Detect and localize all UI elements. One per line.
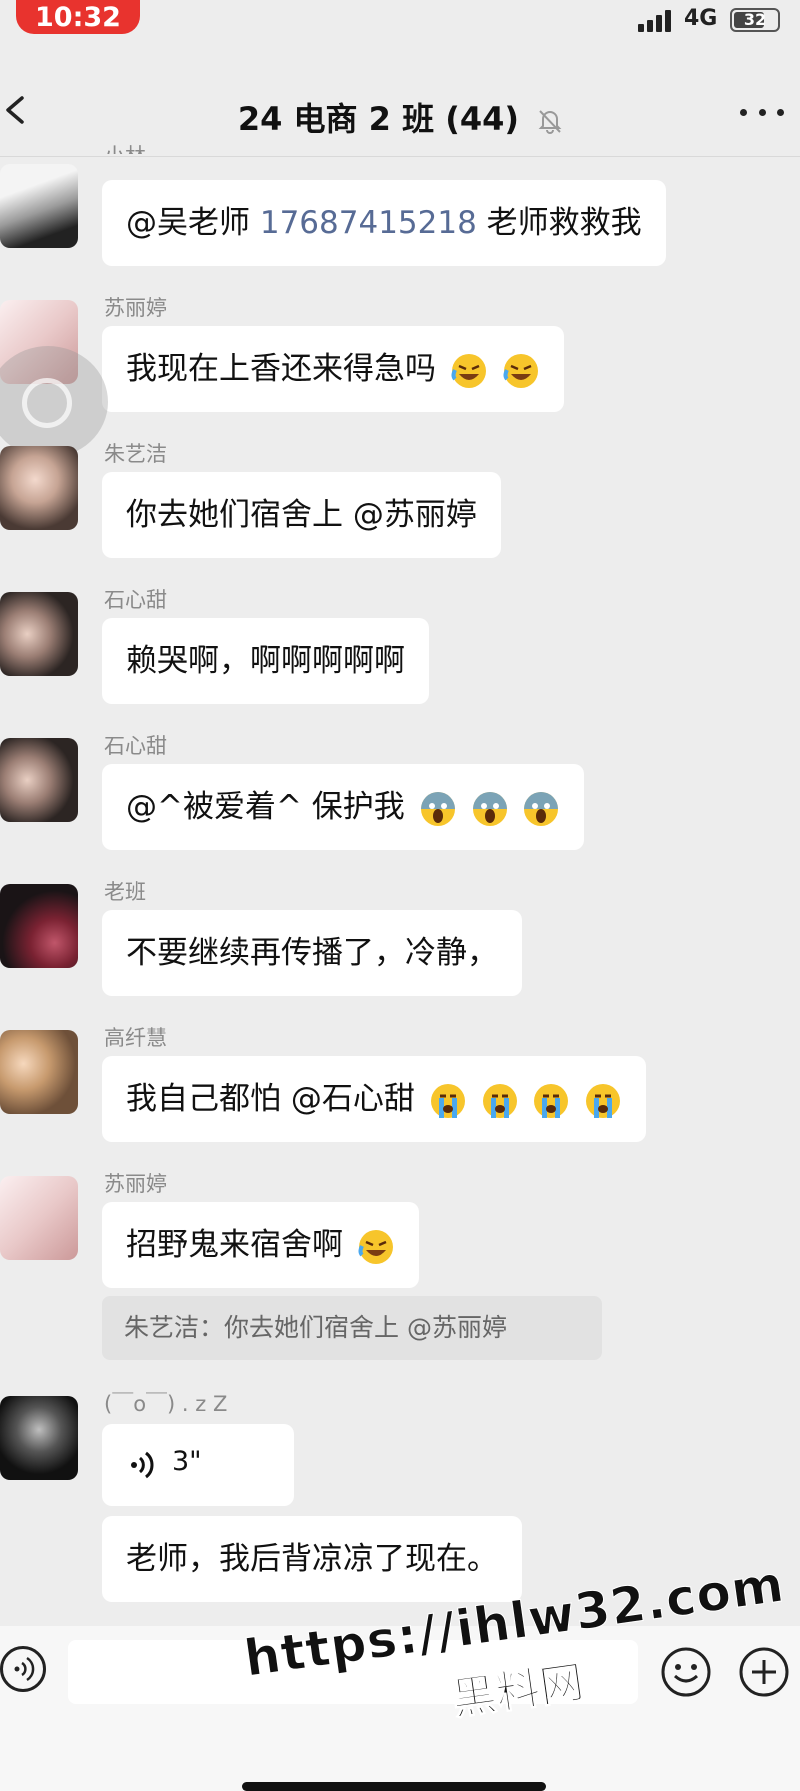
sob-emoji: [482, 1083, 517, 1118]
battery-icon: 32: [730, 8, 780, 32]
more-options-icon[interactable]: [740, 106, 784, 118]
message-text: 赖哭啊，啊啊啊啊啊: [126, 643, 405, 679]
group-name: 24 电商 2 班 (44): [237, 100, 519, 138]
sender-name: 老班: [104, 880, 146, 904]
message-bubble[interactable]: @吴老师 17687415218 老师救救我: [102, 180, 666, 266]
status-bar: 10:32 4G 32: [0, 0, 800, 44]
scream-emoji: [524, 791, 559, 826]
avatar[interactable]: [0, 884, 78, 968]
mute-bell-icon: [538, 110, 562, 134]
message-text: 我自己都怕 @石心甜: [126, 1081, 425, 1117]
avatar[interactable]: [0, 1030, 78, 1114]
signal-icon: [638, 10, 674, 32]
scream-emoji: [420, 791, 455, 826]
sender-name: 石心甜: [104, 588, 167, 612]
chat-title: 24 电商 2 班 (44): [0, 94, 800, 140]
laugh-cry-emoji: [503, 353, 538, 388]
message-text: @^被爱着^ 保护我: [126, 789, 405, 825]
message-text: 招野鬼来宿舍啊: [126, 1227, 343, 1263]
floating-assistive-button[interactable]: [0, 346, 108, 458]
message-bubble[interactable]: 赖哭啊，啊啊啊啊啊: [102, 618, 429, 704]
network-type: 4G: [684, 6, 718, 31]
sender-name: (￣o￣) . z Z: [104, 1392, 228, 1416]
sender-name: 朱艺洁: [104, 442, 167, 466]
quoted-reply[interactable]: 朱艺洁：你去她们宿舍上 @苏丽婷: [102, 1296, 602, 1360]
avatar[interactable]: [0, 446, 78, 530]
status-time: 10:32: [16, 0, 140, 34]
message-text: 你去她们宿舍上 @苏丽婷: [126, 497, 477, 533]
sender-name: 小林: [104, 140, 146, 154]
avatar[interactable]: [0, 592, 78, 676]
sender-name: 石心甜: [104, 734, 167, 758]
avatar[interactable]: [0, 164, 78, 248]
message-bubble[interactable]: 不要继续再传播了，冷静，: [102, 910, 522, 996]
battery-level: 32: [743, 10, 767, 29]
avatar[interactable]: [0, 1396, 78, 1480]
message-bubble[interactable]: @^被爱着^ 保护我: [102, 764, 585, 850]
voice-message-bubble[interactable]: 3": [102, 1424, 294, 1506]
message-text: 老师救救我: [476, 205, 642, 241]
voice-input-button[interactable]: [0, 1646, 46, 1692]
message-bubble[interactable]: 招野鬼来宿舍啊: [102, 1202, 419, 1288]
message-bubble[interactable]: 你去她们宿舍上 @苏丽婷: [102, 472, 501, 558]
avatar[interactable]: [0, 1176, 78, 1260]
voice-duration: 3": [172, 1446, 202, 1477]
sob-emoji: [430, 1083, 465, 1118]
sender-name: 高纤慧: [104, 1026, 167, 1050]
avatar[interactable]: [0, 738, 78, 822]
message-text: 老师，我后背凉凉了现在。: [126, 1541, 498, 1577]
home-indicator[interactable]: [242, 1782, 546, 1791]
scream-emoji: [472, 791, 507, 826]
laugh-cry-emoji: [451, 353, 486, 388]
sender-name: 苏丽婷: [104, 296, 167, 320]
message-text: 我现在上香还来得急吗: [126, 351, 436, 387]
sob-emoji: [586, 1083, 621, 1118]
message-text: 不要继续再传播了，冷静，: [126, 935, 498, 971]
message-bubble[interactable]: 我现在上香还来得急吗: [102, 326, 564, 412]
voice-wave-icon: [14, 1656, 35, 1682]
phone-number-link[interactable]: 17687415218: [260, 205, 477, 241]
voice-wave-icon: [131, 1451, 154, 1479]
sob-emoji: [534, 1083, 569, 1118]
sender-name: 苏丽婷: [104, 1172, 167, 1196]
message-text: @吴老师: [126, 205, 260, 241]
message-bubble[interactable]: 我自己都怕 @石心甜: [102, 1056, 647, 1142]
laugh-cry-emoji: [358, 1229, 393, 1264]
